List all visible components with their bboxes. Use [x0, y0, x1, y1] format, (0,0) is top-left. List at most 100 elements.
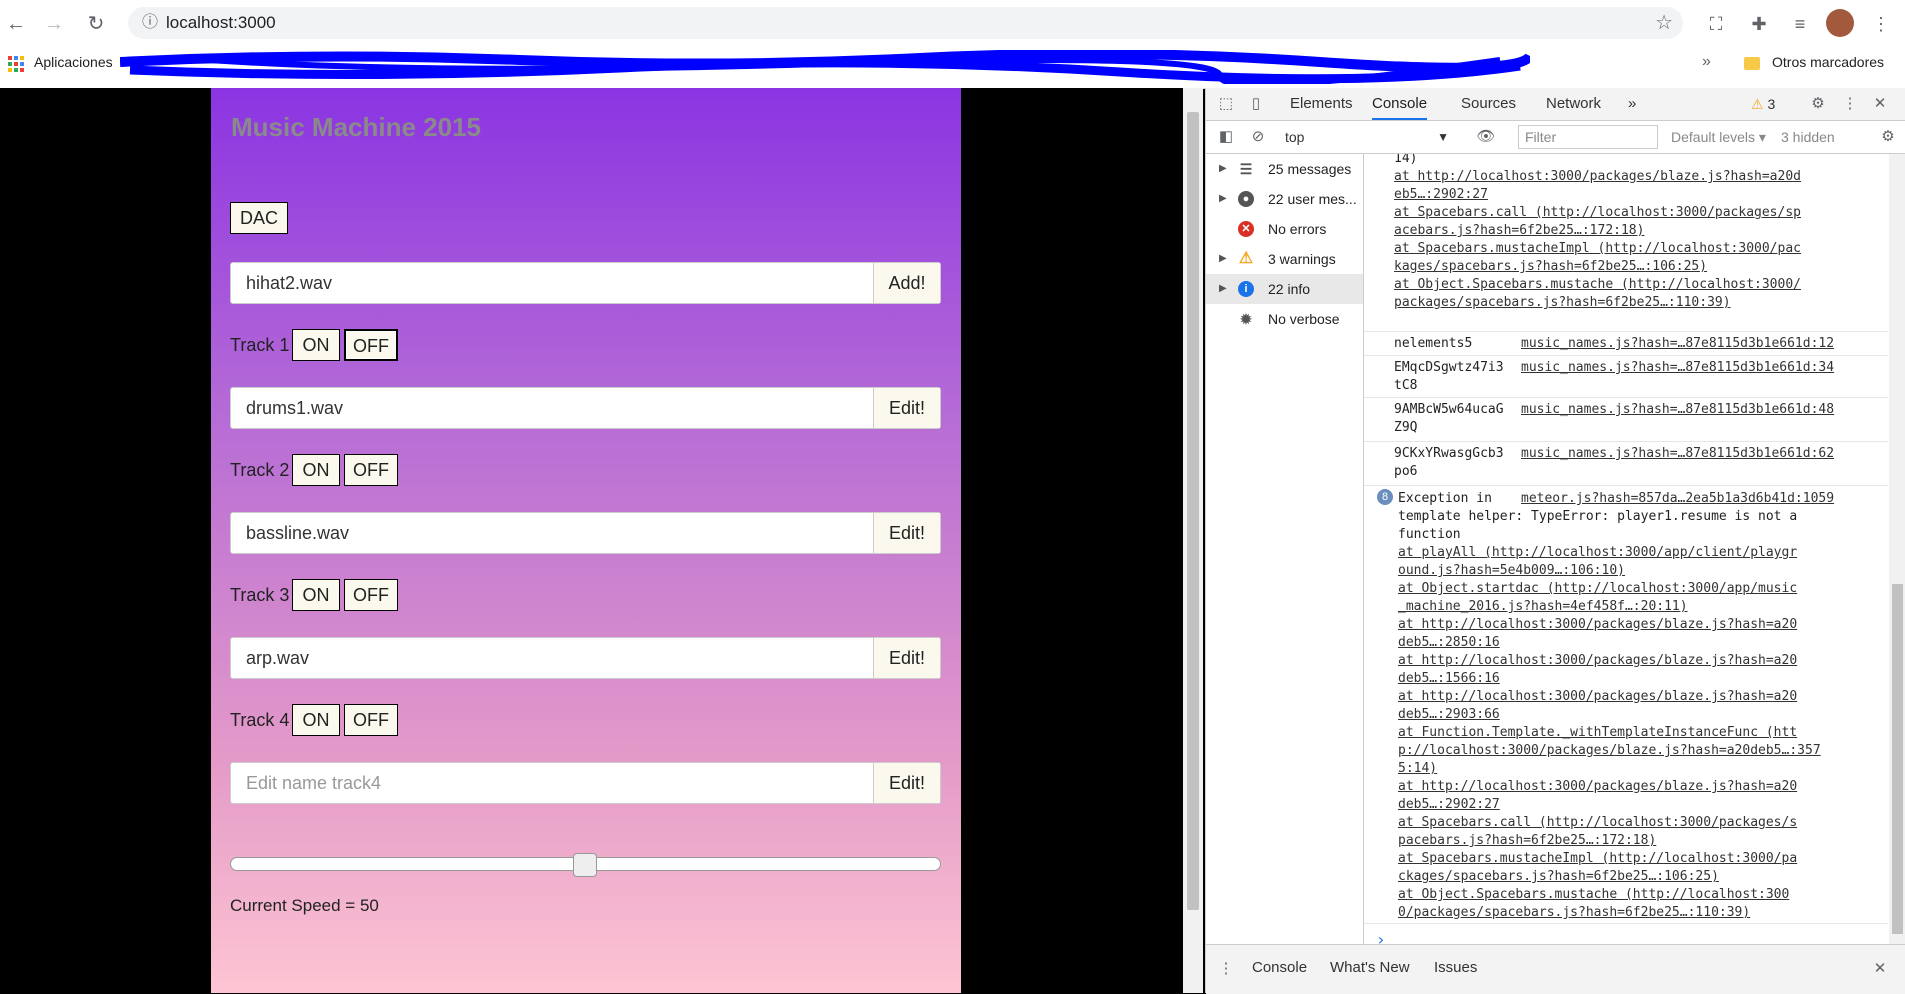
- profile-avatar[interactable]: [1826, 9, 1854, 37]
- sidebar-item-verbose[interactable]: ✹ No verbose: [1206, 304, 1363, 334]
- console-line[interactable]: at http://localhost:3000/packages/blaze.…: [1398, 652, 1797, 670]
- console-prompt[interactable]: ›: [1376, 930, 1386, 944]
- clear-console-icon[interactable]: ⊘: [1248, 127, 1268, 147]
- sidebar-item-info[interactable]: ▶ i 22 info: [1206, 274, 1363, 304]
- site-info-icon[interactable]: ⓘ: [138, 11, 162, 35]
- track-off-button[interactable]: OFF: [344, 579, 398, 611]
- track-name-input[interactable]: drums1.wav: [246, 388, 343, 428]
- console-line[interactable]: at Object.Spacebars.mustache (http://loc…: [1394, 276, 1801, 294]
- media-queue-icon[interactable]: ≡: [1787, 11, 1813, 37]
- sidebar-item-errors[interactable]: ✕ No errors: [1206, 214, 1363, 244]
- tab-console[interactable]: Console: [1372, 88, 1428, 120]
- track-on-button[interactable]: ON: [292, 704, 340, 736]
- source-link[interactable]: music_names.js?hash=…87e8115d3b1e661d:48: [1521, 401, 1834, 419]
- track-off-button[interactable]: OFF: [344, 704, 398, 736]
- console-line[interactable]: at Function.Template._withTemplateInstan…: [1398, 724, 1797, 742]
- drawer-tab-console[interactable]: Console: [1252, 959, 1307, 976]
- apps-grid-icon[interactable]: [8, 56, 24, 72]
- sidebar-toggle-icon[interactable]: ◧: [1216, 127, 1236, 147]
- console-line[interactable]: deb5…:2903:66: [1398, 706, 1500, 724]
- track-name-input[interactable]: bassline.wav: [246, 513, 349, 553]
- track-name-input[interactable]: Edit name track4: [246, 763, 381, 803]
- log-levels-dropdown[interactable]: Default levels ▾: [1671, 121, 1766, 153]
- track-off-button[interactable]: OFF: [344, 454, 398, 486]
- console-line[interactable]: at Object.Spacebars.mustache (http://loc…: [1398, 886, 1789, 904]
- edit-button[interactable]: Edit!: [873, 763, 940, 803]
- source-link[interactable]: music_names.js?hash=…87e8115d3b1e661d:34: [1521, 359, 1834, 377]
- track-off-button[interactable]: OFF: [344, 329, 398, 361]
- filter-input[interactable]: Filter: [1518, 125, 1658, 149]
- console-line[interactable]: at http://localhost:3000/packages/blaze.…: [1394, 168, 1801, 186]
- tab-sources[interactable]: Sources: [1461, 88, 1516, 120]
- source-link[interactable]: music_names.js?hash=…87e8115d3b1e661d:62: [1521, 445, 1834, 463]
- drawer-tab-issues[interactable]: Issues: [1434, 959, 1477, 976]
- bookmark-other[interactable]: Otros marcadores: [1772, 54, 1884, 70]
- source-link[interactable]: meteor.js?hash=857da…2ea5b1a3d6b41d:1059: [1521, 490, 1834, 508]
- console-line[interactable]: at http://localhost:3000/packages/blaze.…: [1398, 616, 1797, 634]
- console-line[interactable]: 5:14): [1398, 760, 1437, 778]
- console-line[interactable]: at Spacebars.mustacheImpl (http://localh…: [1398, 850, 1797, 868]
- console-line[interactable]: deb5…:2850:16: [1398, 634, 1500, 652]
- inspect-icon[interactable]: ⬚: [1216, 94, 1236, 114]
- console-line[interactable]: ckages/spacebars.js?hash=6f2be25…:106:25…: [1398, 868, 1719, 886]
- console-line[interactable]: p://localhost:3000/packages/blaze.js?has…: [1398, 742, 1821, 760]
- console-settings-gear-icon[interactable]: ⚙: [1878, 127, 1898, 147]
- console-line[interactable]: _machine_2016.js?hash=4ef458f…:20:11): [1398, 598, 1688, 616]
- console-line[interactable]: at http://localhost:3000/packages/blaze.…: [1398, 778, 1797, 796]
- warning-counter[interactable]: ⚠ 3: [1751, 88, 1775, 120]
- close-icon[interactable]: ✕: [1870, 94, 1890, 114]
- console-line[interactable]: 0/packages/spacebars.js?hash=6f2be25…:11…: [1398, 904, 1750, 922]
- tab-elements[interactable]: Elements: [1290, 88, 1353, 120]
- more-tabs[interactable]: »: [1628, 88, 1636, 120]
- sidebar-item-user-messages[interactable]: ▶ ● 22 user mes...: [1206, 184, 1363, 214]
- live-expression-eye-icon[interactable]: 👁: [1476, 127, 1496, 147]
- track-on-button[interactable]: ON: [292, 579, 340, 611]
- console-line[interactable]: deb5…:1566:16: [1398, 670, 1500, 688]
- bookmark-star-icon[interactable]: ☆: [1655, 11, 1673, 35]
- sidebar-item-warnings[interactable]: ▶ ⚠ 3 warnings: [1206, 244, 1363, 274]
- sidebar-item-messages[interactable]: ▶ ☰ 25 messages: [1206, 154, 1363, 184]
- console-scrollbar[interactable]: [1889, 154, 1905, 944]
- address-bar[interactable]: ⓘ localhost:3000 ☆: [128, 7, 1683, 39]
- devtools-menu-icon[interactable]: ⋮: [1840, 94, 1860, 114]
- tab-network[interactable]: Network: [1546, 88, 1601, 120]
- edit-button[interactable]: Edit!: [873, 513, 940, 553]
- bookmarks-overflow[interactable]: »: [1702, 53, 1711, 71]
- source-link[interactable]: music_names.js?hash=…87e8115d3b1e661d:12: [1521, 335, 1834, 353]
- track-name-input[interactable]: hihat2.wav: [246, 263, 332, 303]
- console-line[interactable]: kages/spacebars.js?hash=6f2be25…:106:25): [1394, 258, 1707, 276]
- console-line[interactable]: deb5…:2902:27: [1398, 796, 1500, 814]
- reload-icon[interactable]: ↻: [82, 10, 110, 38]
- console-scrollbar-thumb[interactable]: [1892, 584, 1903, 934]
- edit-button[interactable]: Edit!: [873, 388, 940, 428]
- console-line[interactable]: acebars.js?hash=6f2be25…:172:18): [1394, 222, 1644, 240]
- console-line[interactable]: pacebars.js?hash=6f2be25…:172:18): [1398, 832, 1656, 850]
- console-line[interactable]: at http://localhost:3000/packages/blaze.…: [1398, 688, 1797, 706]
- add-button[interactable]: Add!: [873, 263, 940, 303]
- track-on-button[interactable]: ON: [292, 329, 340, 361]
- screen-capture-icon[interactable]: ⛶: [1703, 11, 1729, 37]
- edit-button[interactable]: Edit!: [873, 638, 940, 678]
- bookmark-apps[interactable]: Aplicaciones: [34, 54, 113, 70]
- page-scrollbar[interactable]: [1183, 88, 1203, 993]
- speed-slider-thumb[interactable]: [573, 853, 597, 877]
- console-line[interactable]: packages/spacebars.js?hash=6f2be25…:110:…: [1394, 294, 1731, 312]
- forward-icon[interactable]: →: [40, 10, 68, 38]
- page-scrollbar-thumb[interactable]: [1187, 112, 1199, 910]
- console-line[interactable]: at Object.startdac (http://localhost:300…: [1398, 580, 1797, 598]
- device-toolbar-icon[interactable]: ▯: [1246, 94, 1266, 114]
- track-on-button[interactable]: ON: [292, 454, 340, 486]
- close-drawer-icon[interactable]: ✕: [1870, 959, 1890, 979]
- console-line[interactable]: eb5…:2902:27: [1394, 186, 1488, 204]
- drawer-menu-icon[interactable]: ⋮: [1216, 959, 1236, 979]
- menu-icon[interactable]: ⋮: [1868, 11, 1894, 37]
- context-select[interactable]: top ▼: [1285, 125, 1449, 149]
- dac-button[interactable]: DAC: [230, 202, 288, 234]
- back-icon[interactable]: ←: [2, 10, 30, 38]
- console-line[interactable]: ound.js?hash=5e4b009…:106:10): [1398, 562, 1625, 580]
- drawer-tab-whats-new[interactable]: What's New: [1330, 959, 1410, 976]
- extensions-icon[interactable]: ✚: [1746, 11, 1772, 37]
- console-line[interactable]: at Spacebars.call (http://localhost:3000…: [1398, 814, 1797, 832]
- console-line[interactable]: at Spacebars.call (http://localhost:3000…: [1394, 204, 1801, 222]
- console-line[interactable]: at playAll (http://localhost:3000/app/cl…: [1398, 544, 1797, 562]
